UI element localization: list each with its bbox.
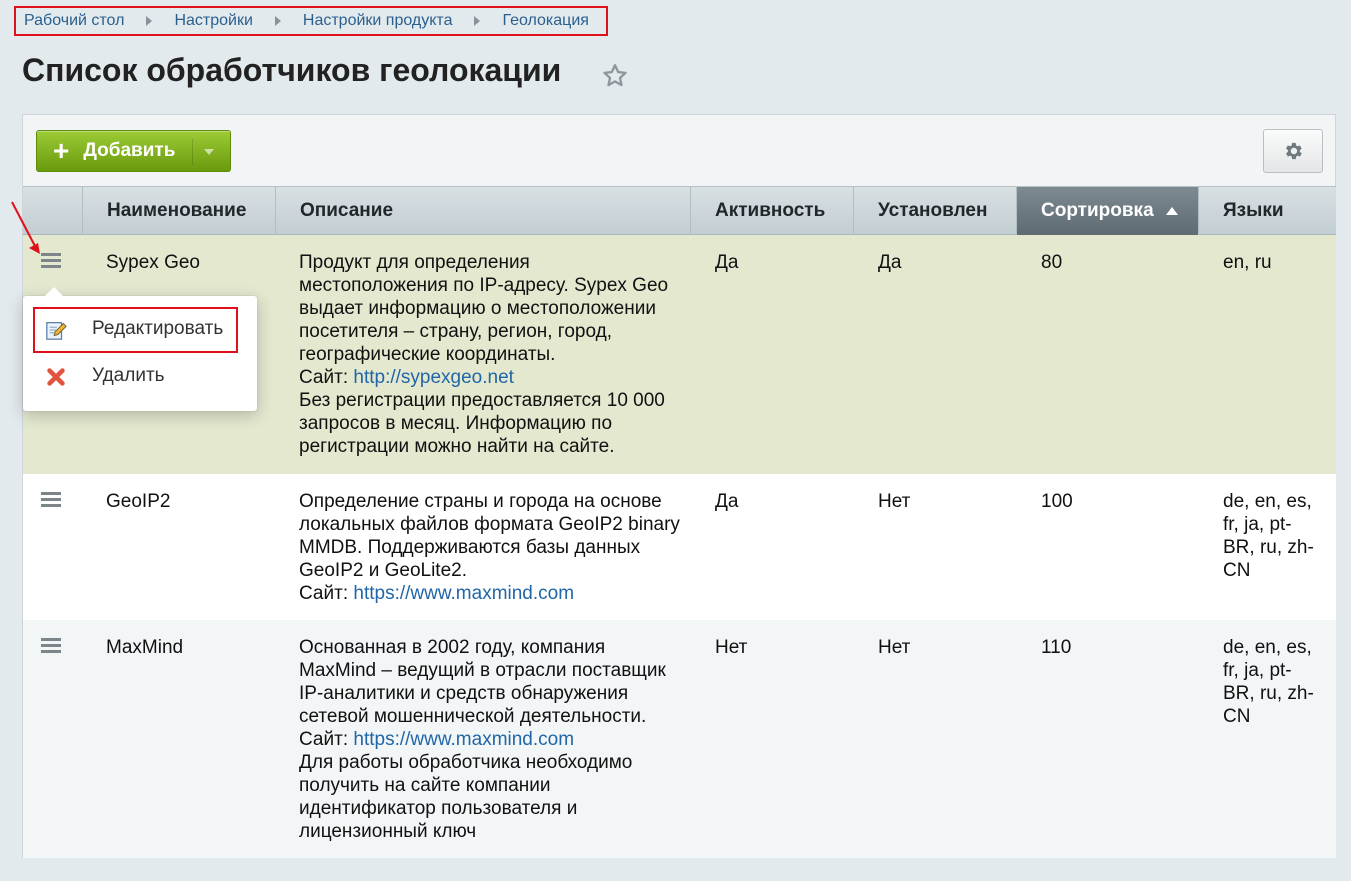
settings-button[interactable] bbox=[1263, 129, 1323, 173]
cell-description: Продукт для определения местоположения п… bbox=[299, 251, 699, 458]
header-description[interactable]: Описание bbox=[276, 187, 691, 235]
page-title: Список обработчиков геолокации bbox=[22, 52, 562, 88]
cell-installed: Нет bbox=[878, 491, 911, 512]
header-installed[interactable]: Установлен bbox=[854, 187, 1017, 235]
chevron-down-icon[interactable] bbox=[204, 149, 214, 155]
menu-item-delete[interactable]: Удалить bbox=[23, 356, 257, 396]
delete-icon bbox=[47, 368, 65, 386]
cell-description: Основанная в 2002 году, компания MaxMind… bbox=[299, 636, 699, 843]
cell-installed: Да bbox=[878, 252, 902, 273]
edit-icon bbox=[46, 322, 67, 340]
description-extra: Без регистрации предоставляется 10 000 з… bbox=[299, 390, 665, 457]
toolbar: + Добавить bbox=[23, 115, 1335, 186]
cell-languages: de, en, es, fr, ja, pt- BR, ru, zh- CN bbox=[1223, 637, 1314, 727]
description-extra: Для работы обработчика необходимо получи… bbox=[299, 752, 633, 842]
cell-active: Да bbox=[715, 252, 739, 273]
header-active[interactable]: Активность bbox=[691, 187, 854, 235]
row-context-menu: Редактировать Удалить bbox=[23, 287, 257, 411]
description-text: Определение страны и города на основе ло… bbox=[299, 491, 680, 581]
breadcrumb-separator-icon bbox=[274, 16, 281, 26]
cell-languages: en, ru bbox=[1223, 252, 1272, 273]
add-button-divider bbox=[192, 139, 193, 165]
site-label: Сайт: bbox=[299, 729, 354, 750]
site-link[interactable]: http://sypexgeo.net bbox=[353, 367, 514, 388]
site-label: Сайт: bbox=[299, 583, 354, 604]
row-menu-icon[interactable] bbox=[41, 492, 61, 508]
breadcrumb-item-geolocation[interactable]: Геолокация bbox=[502, 12, 588, 30]
breadcrumb-item-settings[interactable]: Настройки bbox=[174, 12, 252, 30]
cell-sort: 80 bbox=[1041, 252, 1063, 273]
gear-icon bbox=[1286, 142, 1302, 160]
cell-languages: de, en, es, fr, ja, pt- BR, ru, zh- CN bbox=[1223, 491, 1314, 581]
cell-name: MaxMind bbox=[106, 637, 184, 658]
cell-name: Sypex Geo bbox=[106, 252, 200, 273]
site-label: Сайт: bbox=[299, 367, 354, 388]
add-button-label: Добавить bbox=[83, 140, 176, 161]
cell-sort: 110 bbox=[1041, 637, 1072, 658]
add-button[interactable]: + Добавить bbox=[36, 130, 231, 172]
breadcrumb-item-desktop[interactable]: Рабочий стол bbox=[24, 12, 124, 30]
menu-item-edit-label: Редактировать bbox=[92, 318, 224, 339]
cell-installed: Нет bbox=[878, 637, 911, 658]
table-row[interactable]: GeoIP2 Определение страны и города на ос… bbox=[23, 474, 1336, 620]
description-text: Основанная в 2002 году, компания MaxMind… bbox=[299, 637, 666, 727]
favorite-star-icon[interactable] bbox=[601, 62, 629, 90]
breadcrumb-separator-icon bbox=[146, 16, 153, 26]
header-sort[interactable]: Сортировка bbox=[1017, 187, 1199, 235]
breadcrumb-separator-icon bbox=[474, 16, 481, 26]
header-name[interactable]: Наименование bbox=[83, 187, 276, 235]
main-panel: + Добавить Наименование Описание Активно… bbox=[22, 114, 1336, 858]
menu-item-edit[interactable]: Редактировать bbox=[23, 309, 257, 349]
site-link[interactable]: https://www.maxmind.com bbox=[353, 583, 574, 604]
sort-ascending-icon bbox=[1165, 207, 1178, 215]
menu-item-delete-label: Удалить bbox=[92, 365, 165, 386]
site-link[interactable]: https://www.maxmind.com bbox=[353, 729, 574, 750]
table-header: Наименование Описание Активность Установ… bbox=[23, 186, 1336, 235]
cell-description: Определение страны и города на основе ло… bbox=[299, 490, 699, 605]
cell-sort: 100 bbox=[1041, 491, 1073, 512]
cell-active: Нет bbox=[715, 637, 748, 658]
description-text: Продукт для определения местоположения п… bbox=[299, 252, 669, 365]
header-sort-label: Сортировка bbox=[1041, 200, 1154, 221]
plus-icon: + bbox=[53, 135, 70, 166]
row-menu-icon[interactable] bbox=[41, 253, 61, 269]
table-row[interactable]: MaxMind Основанная в 2002 году, компания… bbox=[23, 620, 1336, 858]
breadcrumb-item-product-settings[interactable]: Настройки продукта bbox=[303, 12, 453, 30]
row-menu-icon[interactable] bbox=[41, 638, 61, 654]
cell-active: Да bbox=[715, 491, 739, 512]
cell-name: GeoIP2 bbox=[106, 491, 171, 512]
breadcrumb: Рабочий стол Настройки Настройки продукт… bbox=[14, 6, 608, 36]
header-languages[interactable]: Языки bbox=[1199, 187, 1336, 235]
header-actions-column bbox=[23, 187, 83, 235]
